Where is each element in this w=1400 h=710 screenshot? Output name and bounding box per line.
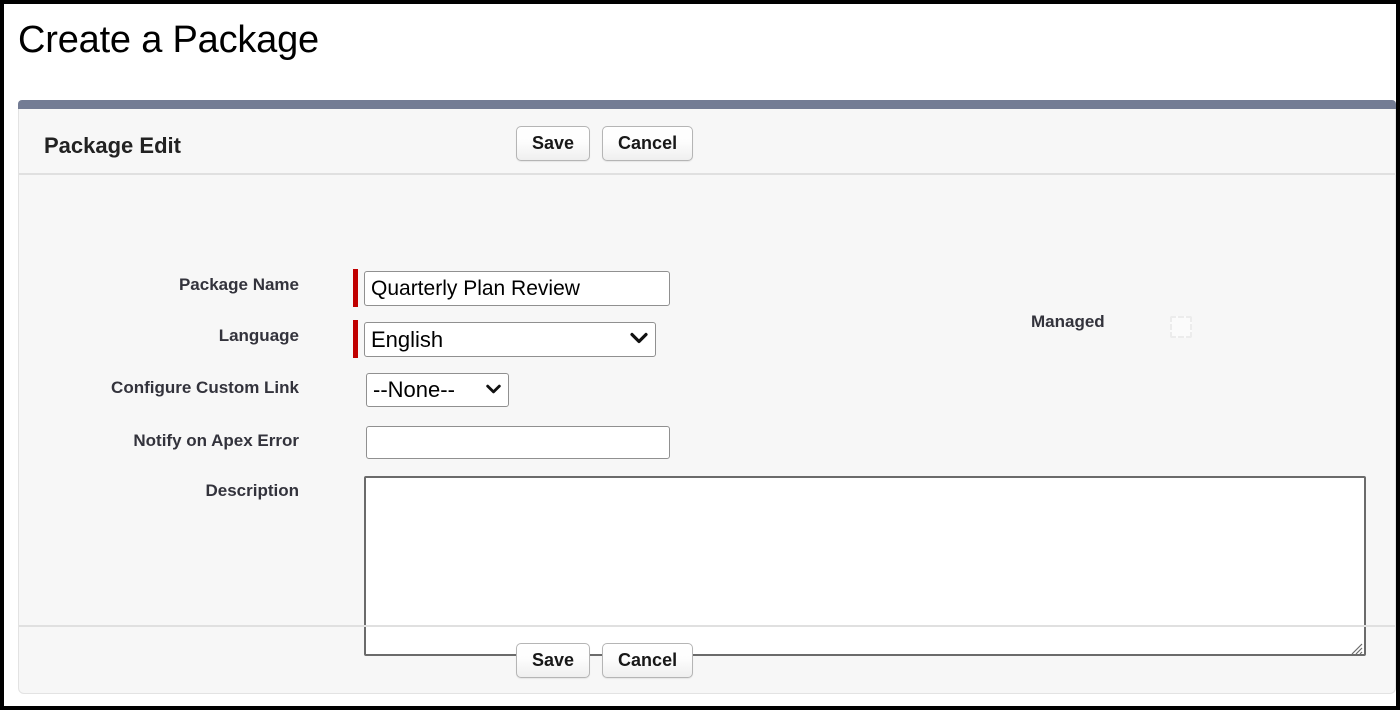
form-body: Package Name Language English [19,175,1395,656]
configure-custom-link-select[interactable]: --None-- [366,373,509,407]
label-configure-custom-link: Configure Custom Link [111,378,299,397]
configure-custom-link-value: --None-- [373,377,455,402]
label-package-name: Package Name [178,275,299,294]
label-notify-on-apex-error: Notify on Apex Error [133,431,299,450]
page-content: Create a Package Package Edit Save Cance… [4,4,1396,706]
header-action-group: Save Cancel [516,126,694,161]
section-accent-bar [18,100,1396,109]
screenshot-frame: Create a Package Package Edit Save Cance… [0,0,1400,710]
language-select-value: English [371,326,444,352]
cancel-button-top[interactable]: Cancel [602,126,694,161]
label-language: Language [218,326,299,345]
required-marker-language [353,320,358,358]
save-button-bottom[interactable]: Save [516,643,591,678]
card-header: Package Edit Save Cancel [19,109,1395,175]
card-header-title: Package Edit [44,133,181,158]
required-marker-package-name [353,269,358,307]
managed-checkbox[interactable] [1170,316,1192,338]
language-select[interactable]: English [364,322,656,357]
chevron-down-icon [630,331,648,349]
label-description: Description [205,481,299,500]
package-edit-card: Package Edit Save Cancel Package Name La… [18,109,1396,694]
page-title: Create a Package [18,19,319,61]
notify-on-apex-error-input[interactable] [366,426,670,459]
cancel-button-bottom[interactable]: Cancel [602,643,694,678]
card-footer: Save Cancel [19,625,1395,693]
package-name-input[interactable] [364,271,670,306]
save-button-top[interactable]: Save [516,126,591,161]
footer-action-group: Save Cancel [516,643,694,678]
chevron-down-icon [486,381,501,399]
label-managed: Managed [1031,312,1105,331]
